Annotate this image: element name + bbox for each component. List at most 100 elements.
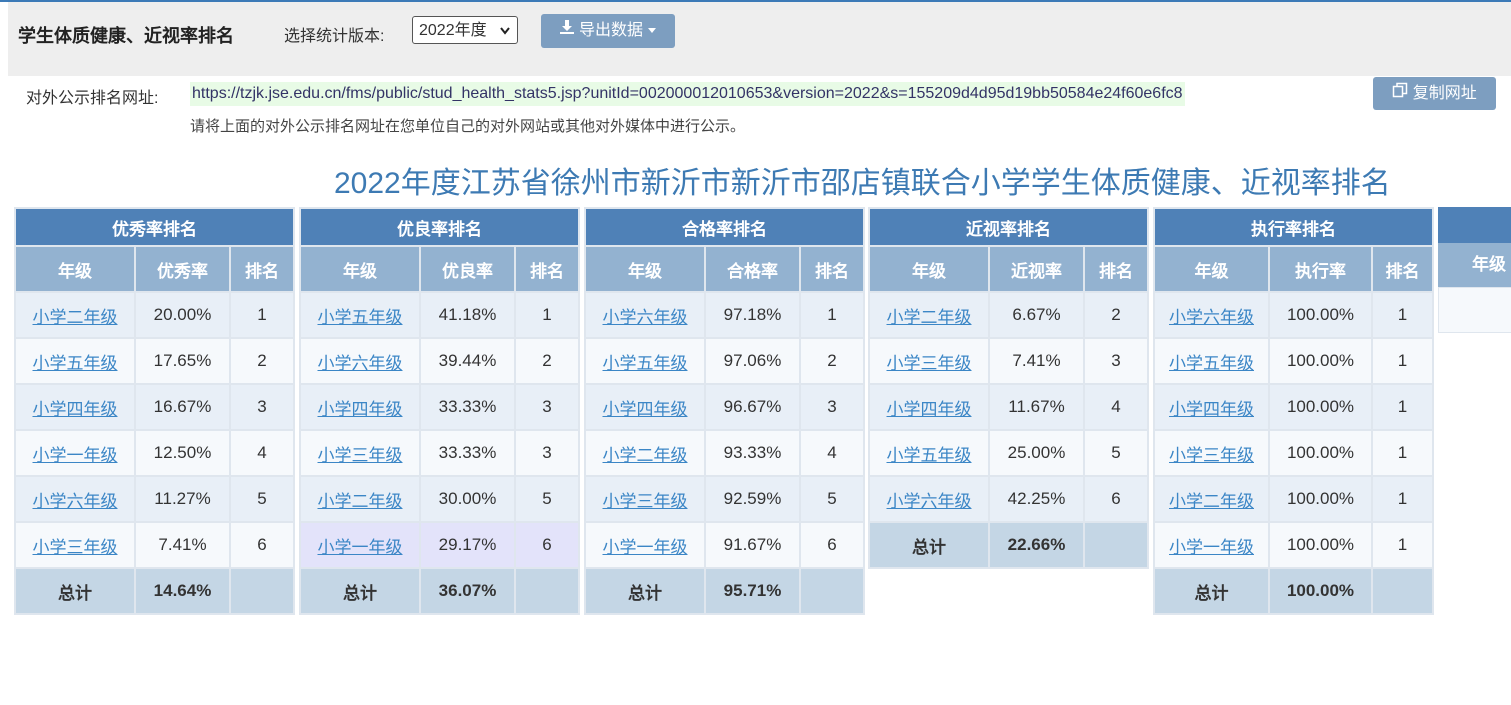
table-row: 无 <box>1438 287 1511 333</box>
grade-link[interactable]: 小学一年级 <box>33 446 118 465</box>
table-row: 小学五年级 41.18% 1 <box>299 291 580 339</box>
table-row: 小学六年级 39.44% 2 <box>299 337 580 385</box>
table-row: 小学三年级 92.59% 5 <box>584 475 865 523</box>
rate-cell: 16.67% <box>134 383 231 431</box>
grade-link[interactable]: 小学四年级 <box>887 400 972 419</box>
rate-cell: 33.33% <box>419 383 516 431</box>
rank-cell: 3 <box>514 383 580 431</box>
table-row: 小学四年级 96.67% 3 <box>584 383 865 431</box>
grade-link[interactable]: 小学六年级 <box>318 354 403 373</box>
grade-link[interactable]: 小学四年级 <box>318 400 403 419</box>
grade-link[interactable]: 小学六年级 <box>33 492 118 511</box>
table-row: 小学六年级 11.27% 5 <box>14 475 295 523</box>
empty-cell: 无 <box>1439 288 1511 332</box>
grade-link[interactable]: 小学二年级 <box>1169 492 1254 511</box>
rank-cell: 1 <box>1371 521 1434 569</box>
rate-cell: 100.00% <box>1268 291 1373 339</box>
grade-link[interactable]: 小学二年级 <box>33 308 118 327</box>
ranking-table-myopia: 近视率排名 年级 近视率 排名 小学二年级 6.67% 2 小学三年级 7.41% 3 小学… <box>868 207 1149 569</box>
rate-cell: 100.00% <box>1268 475 1373 523</box>
rate-cell: 41.18% <box>419 291 516 339</box>
column-header-rank: 排名 <box>229 245 295 293</box>
ranking-table-excellent: 优秀率排名 年级 优秀率 排名 小学二年级 20.00% 1 小学五年级 17.65% 2 … <box>14 207 295 615</box>
total-row: 总计 100.00% <box>1153 567 1434 615</box>
grade-link[interactable]: 小学二年级 <box>603 446 688 465</box>
grade-link[interactable]: 小学一年级 <box>1169 538 1254 557</box>
rank-cell: 2 <box>229 337 295 385</box>
public-url-hint: 请将上面的对外公示排名网址在您单位自己的对外网站或其他对外媒体中进行公示。 <box>190 118 746 135</box>
table-row: 小学四年级 100.00% 1 <box>1153 383 1434 431</box>
grade-link[interactable]: 小学五年级 <box>318 308 403 327</box>
grade-link[interactable]: 小学三年级 <box>318 446 403 465</box>
total-rate: 95.71% <box>704 567 801 615</box>
table-row: 小学一年级 91.67% 6 <box>584 521 865 569</box>
column-header-rate: 执行率 <box>1268 245 1373 293</box>
rank-cell: 5 <box>229 475 295 523</box>
table-row-hovered[interactable]: 小学一年级 29.17% 6 <box>299 521 580 569</box>
grade-link[interactable]: 小学五年级 <box>33 354 118 373</box>
table-caption: 合格率排名 <box>584 207 865 247</box>
version-select-value: 2022年度 <box>419 22 487 39</box>
grade-link[interactable]: 小学四年级 <box>1169 400 1254 419</box>
grade-link[interactable]: 小学二年级 <box>318 492 403 511</box>
rank-cell: 3 <box>799 383 865 431</box>
grade-link[interactable]: 小学三年级 <box>33 538 118 557</box>
rate-cell: 97.18% <box>704 291 801 339</box>
rate-cell: 33.33% <box>419 429 516 477</box>
grade-link[interactable]: 小学一年级 <box>318 538 403 557</box>
table-row: 小学二年级 20.00% 1 <box>14 291 295 339</box>
grade-link[interactable]: 小学五年级 <box>603 354 688 373</box>
table-row: 小学五年级 97.06% 2 <box>584 337 865 385</box>
chevron-down-icon <box>499 17 511 55</box>
grade-link[interactable]: 小学四年级 <box>603 400 688 419</box>
rank-cell: 5 <box>514 475 580 523</box>
public-url-value[interactable]: https://tzjk.jse.edu.cn/fms/public/stud_… <box>190 82 1185 106</box>
grade-link[interactable]: 小学五年级 <box>887 446 972 465</box>
column-header-grade: 年级 <box>868 245 990 293</box>
ranking-table-pass: 合格率排名 年级 合格率 排名 小学六年级 97.18% 1 小学五年级 97.06% 2 … <box>584 207 865 615</box>
table-row: 小学四年级 16.67% 3 <box>14 383 295 431</box>
grade-link[interactable]: 小学二年级 <box>887 308 972 327</box>
table-caption: 优秀率排名 <box>14 207 295 247</box>
grade-link[interactable]: 小学三年级 <box>1169 446 1254 465</box>
total-row: 总计 95.71% <box>584 567 865 615</box>
export-data-button[interactable]: 导出数据 <box>541 14 675 48</box>
grade-link[interactable]: 小学六年级 <box>1169 308 1254 327</box>
ranking-table-partial: 年级 无 <box>1438 207 1511 333</box>
public-url-label: 对外公示排名网址: <box>26 90 159 107</box>
total-rank-empty <box>514 567 580 615</box>
copy-url-button[interactable]: 复制网址 <box>1373 77 1496 110</box>
ranking-table-good: 优良率排名 年级 优良率 排名 小学五年级 41.18% 1 小学六年级 39.44% 2 … <box>299 207 580 615</box>
rank-cell: 3 <box>1083 337 1149 385</box>
total-label: 总计 <box>584 567 706 615</box>
total-row: 总计 22.66% <box>868 521 1149 569</box>
table-row: 小学二年级 93.33% 4 <box>584 429 865 477</box>
grade-link[interactable]: 小学六年级 <box>887 492 972 511</box>
table-row: 小学五年级 100.00% 1 <box>1153 337 1434 385</box>
rank-cell: 6 <box>514 521 580 569</box>
rate-cell: 29.17% <box>419 521 516 569</box>
column-header-grade: 年级 <box>1438 243 1511 287</box>
table-caption: 近视率排名 <box>868 207 1149 247</box>
rate-cell: 93.33% <box>704 429 801 477</box>
ranking-table-execution: 执行率排名 年级 执行率 排名 小学六年级 100.00% 1 小学五年级 100.00%… <box>1153 207 1434 615</box>
total-rank-empty <box>1083 521 1149 569</box>
rank-cell: 6 <box>799 521 865 569</box>
grade-link[interactable]: 小学四年级 <box>33 400 118 419</box>
grade-link[interactable]: 小学三年级 <box>887 354 972 373</box>
rate-cell: 91.67% <box>704 521 801 569</box>
total-label: 总计 <box>299 567 421 615</box>
grade-link[interactable]: 小学一年级 <box>603 538 688 557</box>
grade-link[interactable]: 小学六年级 <box>603 308 688 327</box>
rank-cell: 1 <box>1371 475 1434 523</box>
column-header-grade: 年级 <box>1153 245 1270 293</box>
rate-cell: 100.00% <box>1268 383 1373 431</box>
rate-cell: 96.67% <box>704 383 801 431</box>
table-row: 小学四年级 11.67% 4 <box>868 383 1149 431</box>
version-select[interactable]: 2022年度 <box>412 16 518 44</box>
total-rate: 36.07% <box>419 567 516 615</box>
table-row: 小学三年级 7.41% 6 <box>14 521 295 569</box>
grade-link[interactable]: 小学五年级 <box>1169 354 1254 373</box>
rank-cell: 1 <box>1371 337 1434 385</box>
grade-link[interactable]: 小学三年级 <box>603 492 688 511</box>
